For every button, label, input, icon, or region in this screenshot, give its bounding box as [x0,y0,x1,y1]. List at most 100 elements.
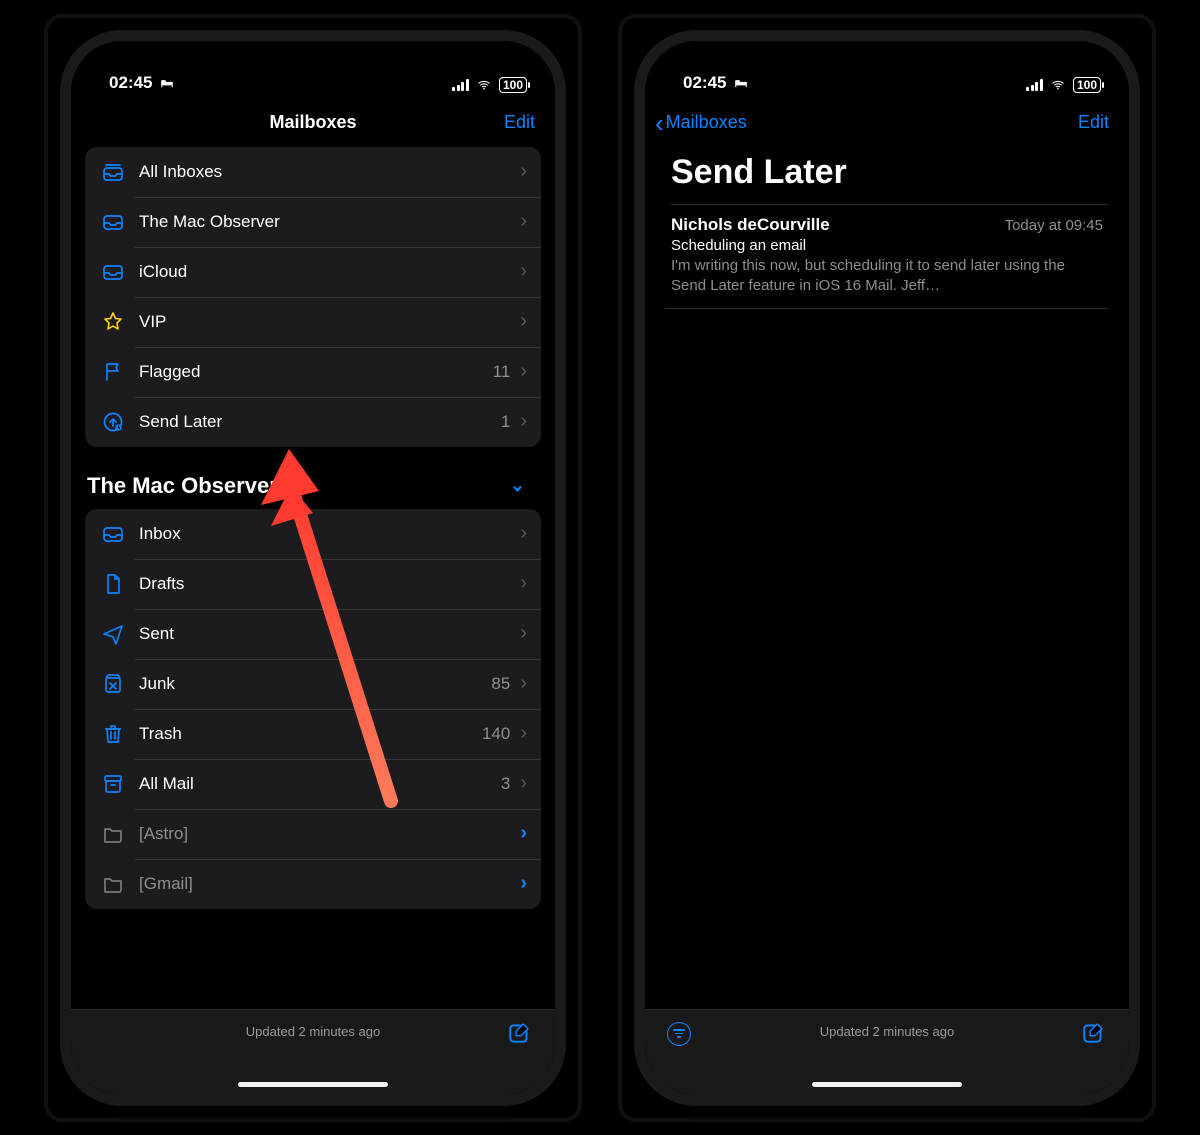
page-title: Send Later [665,147,1109,204]
message-date: Today at 09:45 [1005,217,1103,234]
chevron-right-icon: › [520,672,527,695]
chevron-right-icon: › [520,772,527,795]
folder-junk[interactable]: Junk 85 › [85,659,541,709]
mailbox-send-later[interactable]: Send Later 1 › [85,397,541,447]
phone-left: 02:45 100 Mailboxes Edit All Inboxes › [60,30,566,1106]
trash-icon [99,722,127,746]
chevron-down-icon: ⌄ [510,475,535,496]
folder-label: All Mail [139,774,501,794]
archive-icon [99,772,127,796]
folder-icon [99,872,127,896]
chevron-right-icon: › [520,410,527,433]
mailbox-label: VIP [139,312,520,332]
folder-label: [Gmail] [139,874,520,894]
folder-all-mail[interactable]: All Mail 3 › [85,759,541,809]
nav-title: Mailboxes [269,112,356,133]
chevron-right-icon: › [520,310,527,333]
wifi-icon [475,78,493,92]
sleep-icon [158,76,176,90]
inbox-icon [99,522,127,546]
back-label: Mailboxes [666,112,747,133]
mailbox-label: The Mac Observer [139,212,520,232]
send-later-icon [99,410,127,434]
toolbar-status: Updated 2 minutes ago [820,1024,954,1039]
folder-trash[interactable]: Trash 140 › [85,709,541,759]
folder-label: Junk [139,674,491,694]
chevron-left-icon: ‹ [655,114,664,132]
status-time: 02:45 [683,73,726,93]
folder-count: 140 [482,724,510,744]
toolbar: Updated 2 minutes ago [71,1009,555,1095]
back-button[interactable]: ‹ Mailboxes [655,112,747,133]
folder-astro[interactable]: [Astro] › [85,809,541,859]
paperplane-icon [99,622,127,646]
chevron-right-icon: › [520,572,527,595]
folder-gmail[interactable]: [Gmail] › [85,859,541,909]
mailbox-count: 1 [501,412,510,432]
mailbox-label: All Inboxes [139,162,520,182]
chevron-right-icon: › [520,522,527,545]
folder-label: Drafts [139,574,520,594]
wifi-icon [1049,78,1067,92]
battery-indicator: 100 [499,77,527,93]
mailbox-count: 11 [493,362,511,382]
inbox-icon [99,260,127,284]
folder-inbox[interactable]: Inbox › [85,509,541,559]
chevron-right-icon: › [520,622,527,645]
nav-bar: ‹ Mailboxes Edit [645,99,1129,147]
all-inboxes-icon [99,160,127,184]
battery-indicator: 100 [1073,77,1101,93]
folder-label: Inbox [139,524,520,544]
message-row[interactable]: Nichols deCourville Today at 09:45 Sched… [665,205,1109,310]
send-later-content: Send Later Nichols deCourville Today at … [645,147,1129,1095]
chevron-right-icon: › [520,360,527,383]
folder-label: [Astro] [139,824,520,844]
chevron-right-icon: › [520,872,527,895]
chevron-right-icon: › [520,722,527,745]
mailbox-flagged[interactable]: Flagged 11 › [85,347,541,397]
edit-button[interactable]: Edit [1078,112,1109,133]
phone-right: 02:45 100 ‹ Mailboxes Edit Send Later Ni… [634,30,1140,1106]
compose-button[interactable] [507,1020,533,1046]
folder-label: Sent [139,624,520,644]
mailbox-all-inboxes[interactable]: All Inboxes › [85,147,541,197]
message-from: Nichols deCourville [671,215,830,235]
chevron-right-icon: › [520,822,527,845]
account-group: Inbox › Drafts › Sent › Junk 85 › [85,509,541,909]
mailbox-vip[interactable]: VIP › [85,297,541,347]
status-time: 02:45 [109,73,152,93]
folder-label: Trash [139,724,482,744]
mailboxes-content: All Inboxes › The Mac Observer › iCloud … [71,147,555,1095]
account-section-header[interactable]: The Mac Observer ⌄ [85,469,541,509]
folder-count: 3 [501,774,510,794]
message-preview: I'm writing this now, but scheduling it … [671,256,1103,297]
inbox-icon [99,210,127,234]
mailbox-icloud[interactable]: iCloud › [85,247,541,297]
signal-icon [452,79,469,91]
nav-bar: Mailboxes Edit [71,99,555,147]
junk-icon [99,672,127,696]
signal-icon [1026,79,1043,91]
doc-icon [99,572,127,596]
mailbox-label: iCloud [139,262,520,282]
filter-button[interactable] [667,1022,691,1046]
home-indicator [812,1082,962,1087]
mailbox-mac-observer[interactable]: The Mac Observer › [85,197,541,247]
section-title: The Mac Observer [87,473,278,499]
notch [238,41,388,73]
folder-sent[interactable]: Sent › [85,609,541,659]
chevron-right-icon: › [520,260,527,283]
message-subject: Scheduling an email [671,237,1103,254]
toolbar: Updated 2 minutes ago [645,1009,1129,1095]
sleep-icon [732,76,750,90]
home-indicator [238,1082,388,1087]
folder-drafts[interactable]: Drafts › [85,559,541,609]
star-icon [99,310,127,334]
compose-button[interactable] [1081,1020,1107,1046]
chevron-right-icon: › [520,160,527,183]
folder-count: 85 [491,674,510,694]
flag-icon [99,360,127,384]
toolbar-status: Updated 2 minutes ago [246,1024,380,1039]
edit-button[interactable]: Edit [504,112,535,133]
mailbox-label: Send Later [139,412,501,432]
